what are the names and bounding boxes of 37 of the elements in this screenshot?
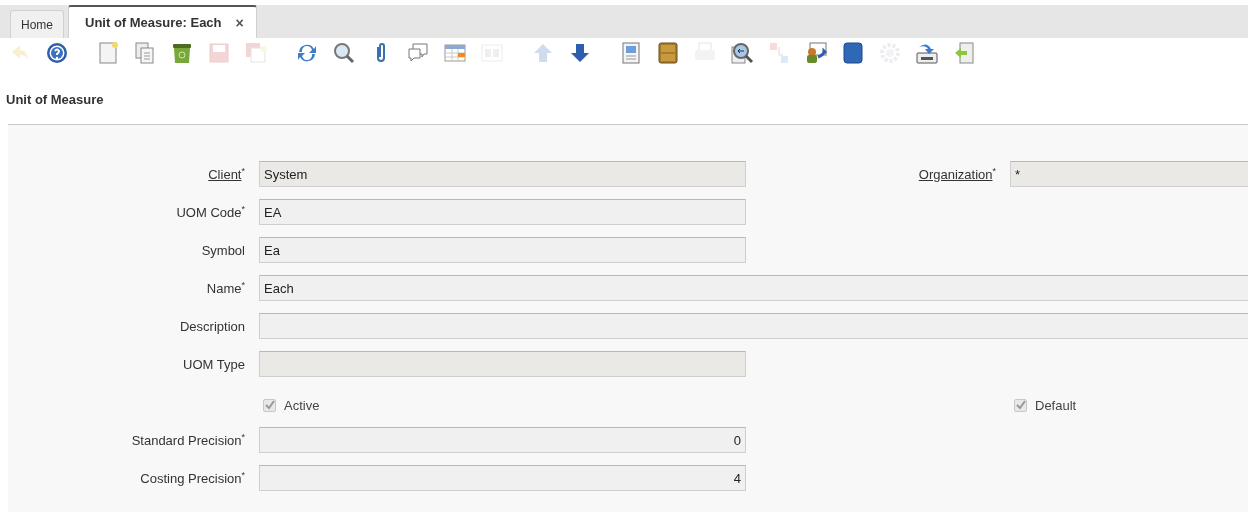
input-field[interactable]: EA [259,199,746,225]
tab[interactable]: Home [10,10,64,38]
field-label[interactable]: Organization$^{*}$ [918,165,1010,183]
checkbox-label: Active [284,397,320,413]
field-label[interactable]: Client$^{*}$ [208,165,259,183]
help-icon[interactable] [45,41,69,65]
input-field[interactable]: System [259,161,746,187]
field-label: Standard Precision$^{*}$ [131,431,246,449]
field-label: Description [179,318,246,334]
field-label: UOM Type [183,356,246,372]
tab[interactable]: Unit of Measure: Each × [68,5,257,38]
field-label: Symbol [201,242,246,258]
input-field[interactable]: 4 [259,465,746,491]
checkbox[interactable] [1014,398,1027,412]
copy-icon[interactable] [133,41,157,65]
close-icon[interactable]: × [235,14,244,31]
cabinet-icon[interactable] [656,41,680,65]
checkbox[interactable] [263,398,276,412]
grid-icon[interactable] [443,41,467,65]
new-document-icon[interactable] [96,41,120,65]
export-icon[interactable] [915,41,939,65]
input-field[interactable]: 0 [259,427,746,453]
field-label: Costing Precision$^{*}$ [140,469,246,487]
trash-icon[interactable] [170,41,194,65]
field-label: Name$^{*}$ [206,279,246,297]
checkbox-label: Default [1035,397,1077,413]
square-icon[interactable] [841,41,865,65]
input-field[interactable] [259,313,1248,339]
input-field[interactable]: * [1010,161,1248,187]
section-title: Unit of Measure [6,92,105,109]
zoom-icon[interactable] [730,41,754,65]
report-icon[interactable] [619,41,643,65]
input-field[interactable]: Ea [259,237,746,263]
search-icon[interactable] [332,41,356,65]
field-label: UOM Code$^{*}$ [176,203,246,221]
input-field[interactable] [259,351,746,377]
input-field[interactable]: Each [259,275,1248,301]
